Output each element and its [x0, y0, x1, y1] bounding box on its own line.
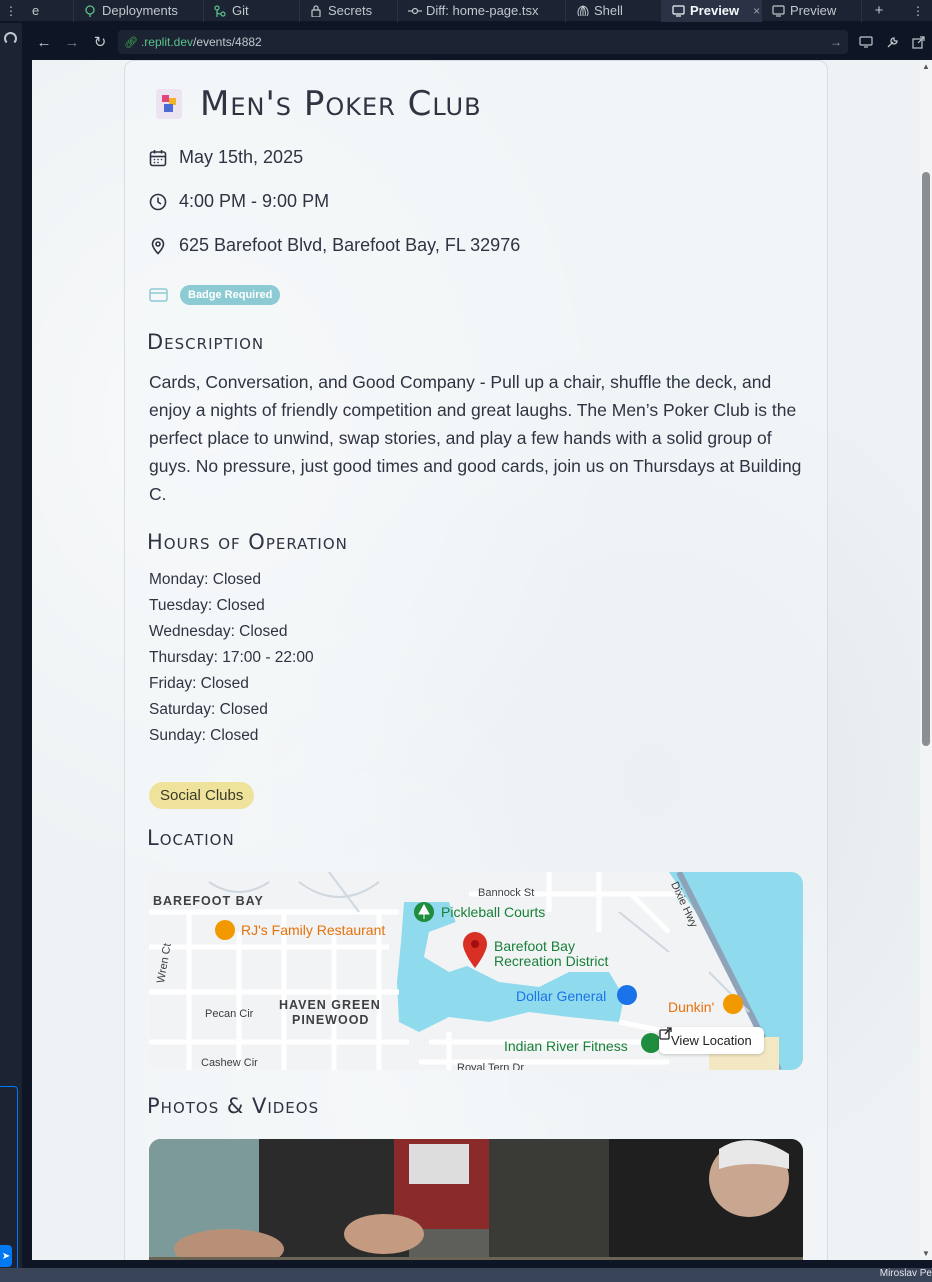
- tab-truncated[interactable]: e: [22, 0, 74, 22]
- tab-shell[interactable]: Shell: [566, 0, 662, 22]
- clock-icon: [149, 193, 167, 210]
- go-arrow-icon[interactable]: →: [830, 35, 842, 49]
- hours-item: Wednesday: Closed: [149, 623, 288, 640]
- tab-label: Diff: home-page.tsx: [426, 3, 539, 18]
- tab-label: Preview: [790, 3, 837, 18]
- event-address-row: 625 Barefoot Blvd, Barefoot Bay, FL 3297…: [149, 235, 520, 256]
- url-field[interactable]: 🔗︎ .replit.dev /events/4882 →: [118, 30, 848, 54]
- map-label: Bannock St: [478, 887, 535, 899]
- more-icon[interactable]: ⋮: [912, 0, 924, 22]
- event-date-row: May 15th, 2025: [149, 147, 303, 168]
- map-label[interactable]: Dunkin': [668, 999, 714, 1015]
- tab-preview-active[interactable]: Preview ×: [662, 0, 762, 22]
- map-label[interactable]: RJ's Family Restaurant: [241, 922, 385, 938]
- hours-item: Sunday: Closed: [149, 727, 259, 744]
- id-card-icon: [149, 288, 168, 302]
- send-icon[interactable]: ➤: [0, 1245, 12, 1267]
- tab-diff[interactable]: Diff: home-page.tsx: [398, 0, 566, 22]
- tab-label: Shell: [594, 3, 623, 18]
- forward-arrow-icon[interactable]: →: [58, 29, 86, 55]
- badge-row: Badge Required: [149, 285, 281, 305]
- tab-label: Deployments: [102, 3, 178, 18]
- map-label: PINEWOOD: [292, 1013, 370, 1027]
- event-time: 4:00 PM - 9:00 PM: [179, 191, 330, 211]
- map-label[interactable]: Recreation District: [494, 953, 608, 969]
- tab-label: Secrets: [328, 3, 373, 18]
- location-map[interactable]: BAREFOOT BAY HAVEN GREEN PINEWOOD RJ's F…: [149, 872, 803, 1070]
- bottom-status-bar: Miroslav Pe: [0, 1268, 932, 1282]
- url-path: /events/4882: [193, 35, 262, 49]
- calendar-icon: [149, 149, 167, 166]
- tab-git[interactable]: Git: [204, 0, 300, 22]
- scroll-thumb[interactable]: [922, 172, 930, 746]
- map-label[interactable]: Barefoot Bay: [494, 938, 575, 954]
- shell-icon: [576, 5, 589, 17]
- view-location-label: View Location: [671, 1033, 752, 1048]
- link-icon: 🔗︎: [124, 36, 138, 49]
- monitor-icon: [772, 4, 785, 17]
- category-tag[interactable]: Social Clubs: [149, 782, 255, 809]
- tab-label: Preview: [690, 3, 740, 18]
- hours-item: Monday: Closed: [149, 571, 262, 588]
- badge-required-pill: Badge Required: [180, 285, 281, 305]
- map-label[interactable]: Pickleball Courts: [441, 904, 545, 920]
- location-heading: Location: [147, 826, 235, 850]
- back-arrow-icon[interactable]: ←: [30, 29, 58, 55]
- tab-preview[interactable]: Preview: [762, 0, 862, 22]
- tab-label: Git: [232, 3, 249, 18]
- event-address: 625 Barefoot Blvd, Barefoot Bay, FL 3297…: [179, 235, 521, 255]
- scroll-up-icon[interactable]: ▲: [922, 62, 930, 71]
- external-link-icon: [659, 1027, 672, 1040]
- workspace-tabbar: ⋮ e Deployments Git Secrets Diff: home-p…: [0, 0, 932, 22]
- hours-item: Tuesday: Closed: [149, 597, 265, 614]
- menu-dots-icon[interactable]: ⋮: [0, 0, 22, 22]
- hours-item: Thursday: 17:00 - 22:00: [149, 649, 314, 666]
- club-logo: [156, 89, 182, 119]
- map-label[interactable]: Indian River Fitness: [504, 1038, 628, 1054]
- deploy-icon: [84, 4, 96, 17]
- photo-graphic: [149, 1139, 803, 1260]
- usage-gauge-icon[interactable]: [4, 32, 17, 45]
- left-rail: ➤: [0, 23, 22, 1276]
- map-label: Pecan Cir: [205, 1008, 254, 1020]
- page-scrollbar[interactable]: ▲ ▼: [920, 60, 932, 1260]
- scroll-down-icon[interactable]: ▼: [922, 1249, 930, 1258]
- tab-secrets[interactable]: Secrets: [300, 0, 398, 22]
- hours-item: Friday: Closed: [149, 675, 249, 692]
- event-description: Cards, Conversation, and Good Company - …: [149, 372, 802, 504]
- hours-item: Saturday: Closed: [149, 701, 268, 718]
- devices-icon[interactable]: [856, 32, 876, 52]
- preview-url-bar: ← → ↻ 🔗︎ .replit.dev /events/4882 →: [30, 29, 932, 55]
- hours-heading: Hours of Operation: [147, 530, 348, 554]
- git-icon: [214, 4, 226, 17]
- event-date: May 15th, 2025: [179, 147, 304, 167]
- description-heading: Description: [147, 330, 265, 354]
- map-label: Royal Tern Dr: [457, 1062, 525, 1070]
- map-label[interactable]: Dollar General: [516, 988, 606, 1004]
- tab-deployments[interactable]: Deployments: [74, 0, 204, 22]
- close-icon[interactable]: ×: [753, 4, 760, 18]
- view-location-button[interactable]: View Location: [659, 1027, 764, 1054]
- map-pin-icon: [151, 237, 165, 255]
- monitor-icon: [672, 4, 685, 17]
- commit-icon: [408, 5, 422, 17]
- tab-label: e: [32, 3, 40, 18]
- map-label: HAVEN GREEN: [279, 998, 381, 1012]
- hours-list: Monday: Closed Tuesday: Closed Wednesday…: [149, 567, 314, 749]
- new-tab-button[interactable]: +: [862, 2, 896, 19]
- photos-heading: Photos & Videos: [147, 1094, 320, 1118]
- user-name: Miroslav Pe: [879, 1268, 932, 1279]
- map-label: BAREFOOT BAY: [153, 894, 264, 908]
- reload-icon[interactable]: ↻: [86, 29, 114, 55]
- open-new-window-icon[interactable]: [908, 32, 928, 52]
- devtools-wrench-icon[interactable]: [882, 32, 902, 52]
- event-time-row: 4:00 PM - 9:00 PM: [149, 191, 329, 212]
- page-title: Men's Poker Club: [200, 84, 482, 124]
- url-host: .replit.dev: [140, 35, 193, 49]
- map-label: Cashew Cir: [201, 1057, 258, 1069]
- preview-viewport: Men's Poker Club May 15th, 2025 4:00 PM …: [32, 60, 920, 1260]
- event-title-row: Men's Poker Club: [156, 84, 482, 124]
- lock-icon: [310, 4, 322, 18]
- event-photo[interactable]: [149, 1139, 803, 1260]
